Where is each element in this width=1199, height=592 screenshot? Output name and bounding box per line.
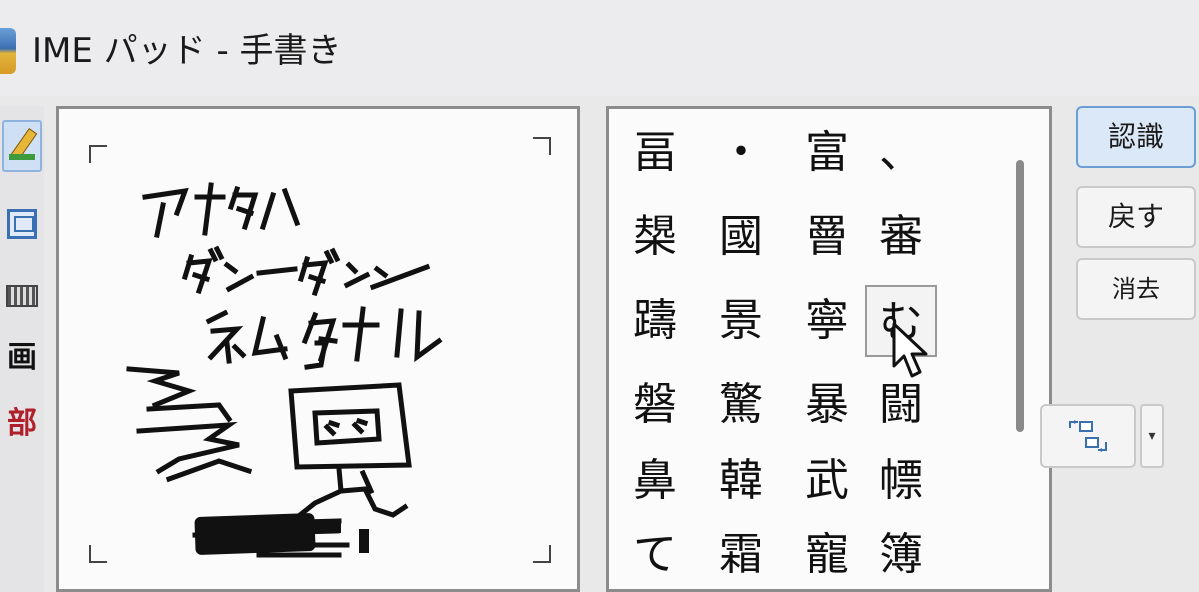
candidate-scrollbar[interactable]: [1016, 160, 1024, 432]
handwriting-canvas[interactable]: [56, 106, 580, 592]
candidate-item[interactable]: 國: [705, 201, 777, 273]
convert-mode-button[interactable]: [1040, 404, 1136, 468]
convert-mode-dropdown[interactable]: ▾: [1140, 404, 1164, 468]
candidate-item[interactable]: て: [619, 519, 691, 591]
ime-app-icon[interactable]: [0, 28, 16, 74]
candidate-item[interactable]: 韓: [705, 445, 777, 517]
candidate-item[interactable]: 鼻: [619, 445, 691, 517]
clear-button[interactable]: 消去: [1076, 258, 1196, 320]
mouse-pointer-icon: [892, 322, 928, 378]
candidate-item[interactable]: 富: [791, 117, 863, 189]
candidate-item[interactable]: 審: [865, 201, 937, 273]
candidate-item[interactable]: 寧: [791, 285, 863, 357]
candidate-item[interactable]: 暴: [791, 369, 863, 441]
candidate-item[interactable]: 槼: [619, 201, 691, 273]
convert-arrows-icon: [1069, 420, 1107, 452]
window-title: IME パッド - 手書き: [32, 31, 342, 71]
candidate-item[interactable]: 畐: [619, 117, 691, 189]
tool-strip: 画 部: [0, 106, 44, 592]
candidate-item[interactable]: 磐: [619, 369, 691, 441]
candidate-item[interactable]: 寵: [791, 519, 863, 591]
chevron-down-icon: ▾: [1148, 428, 1156, 444]
keyboard-icon: [6, 285, 38, 307]
candidate-item[interactable]: ・: [705, 117, 777, 189]
candidate-item[interactable]: 霜: [705, 519, 777, 591]
title-bar: IME パッド - 手書き: [0, 0, 1199, 96]
handwriting-ink: [126, 182, 443, 558]
candidate-item[interactable]: 景: [705, 285, 777, 357]
keyboard-tool-button[interactable]: [2, 270, 42, 322]
candidate-item[interactable]: 驚: [705, 369, 777, 441]
stroke-count-label: 画: [7, 340, 37, 375]
recognize-button[interactable]: 認識: [1076, 106, 1196, 168]
radical-label: 部: [7, 406, 37, 441]
pencil-icon: [7, 128, 37, 164]
radical-tool-button[interactable]: 部: [2, 398, 42, 450]
candidate-item[interactable]: 、: [865, 117, 937, 189]
candidate-list: 畐 ・ 富 、 槼 國 罾 審 躊 景 寧 む 磐 驚 暴 闘 鼻 韓 武 幖 …: [606, 106, 1052, 592]
candidate-item[interactable]: 簿: [865, 519, 937, 591]
soft-keyboard-tool-button[interactable]: [2, 198, 42, 250]
undo-button[interactable]: 戻す: [1076, 186, 1196, 248]
candidate-item[interactable]: 幖: [865, 445, 937, 517]
candidate-item[interactable]: 武: [791, 445, 863, 517]
stroke-count-tool-button[interactable]: 画: [2, 332, 42, 384]
candidate-item[interactable]: 罾: [791, 201, 863, 273]
soft-keyboard-icon: [7, 209, 37, 239]
handwriting-tool-button[interactable]: [2, 120, 42, 172]
candidate-item[interactable]: 躊: [619, 285, 691, 357]
